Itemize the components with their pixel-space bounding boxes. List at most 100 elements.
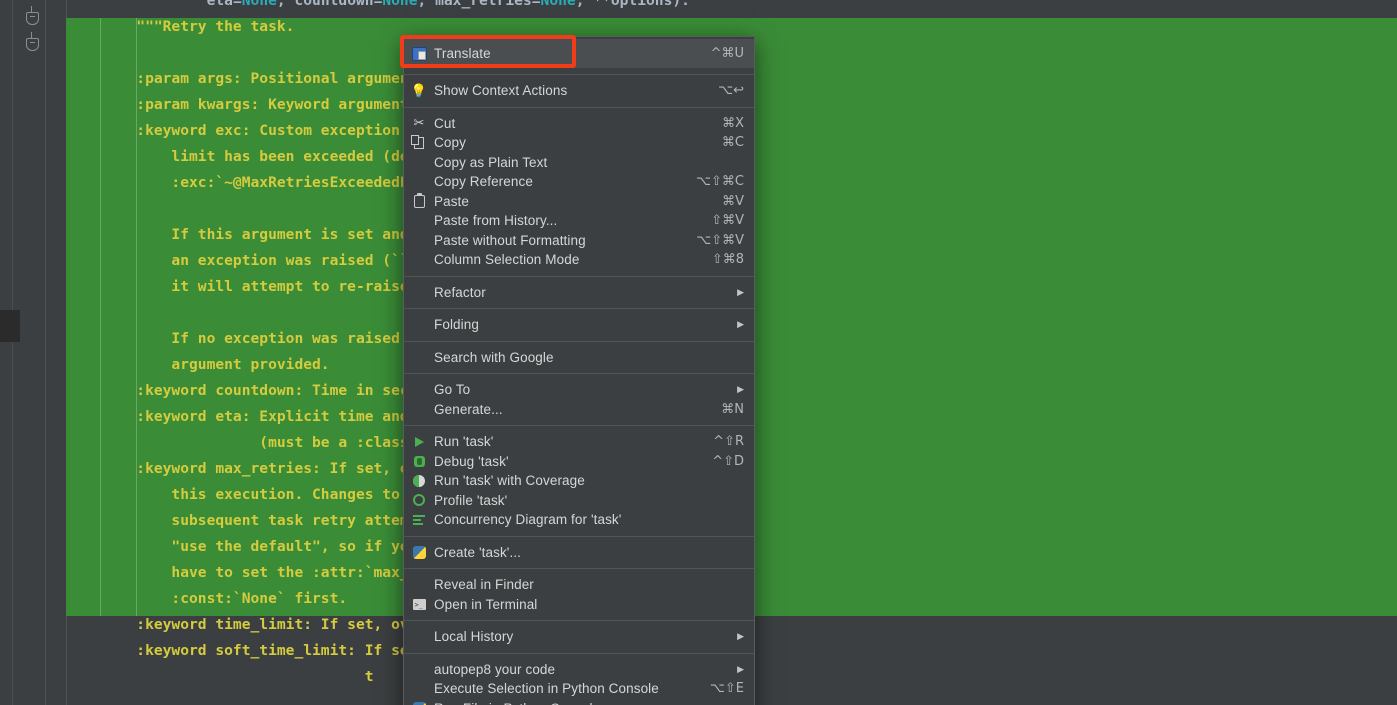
menu-item-label: Run 'task' with Coverage: [434, 473, 585, 489]
menu-item-label: Cut: [434, 115, 456, 131]
menu-item-copy[interactable]: Copy ⌘C: [404, 133, 754, 153]
menu-item-copy-reference[interactable]: Copy Reference ⌥⇧⌘C: [404, 172, 754, 192]
menu-item-label: Run File in Python Console: [434, 701, 744, 705]
fold-marker-icon[interactable]: [26, 32, 39, 51]
menu-item-label: Generate...: [434, 401, 503, 417]
editor-context-menu[interactable]: Translate ^⌘U 💡 Show Context Actions ⌥↩ ✂ Cut ⌘…: [400, 35, 755, 705]
menu-item-open-in-terminal[interactable]: Open in Terminal: [404, 595, 754, 615]
menu-item-shortcut: ⌥⇧E: [709, 681, 744, 697]
menu-group: Run 'task' ^⇧R Debug 'task' ^⇧D Run 'task' w…: [404, 430, 754, 532]
menu-group: Search with Google: [404, 346, 754, 370]
editor-left-scrollbar[interactable]: [0, 0, 20, 705]
menu-item-paste-without-formatting[interactable]: Paste without Formatting ⌥⇧⌘V: [404, 231, 754, 251]
menu-separator: [404, 652, 754, 654]
terminal-icon: [404, 598, 434, 610]
menu-item-run-task-with-coverage[interactable]: Run 'task' with Coverage: [404, 471, 754, 491]
menu-item-label: Search with Google: [434, 349, 554, 365]
menu-item-shortcut: ⌘C: [721, 135, 744, 151]
menu-item-shortcut: ⇧⌘8: [711, 252, 744, 268]
menu-item-label: Paste without Formatting: [434, 232, 586, 248]
menu-item-go-to[interactable]: Go To ▶: [404, 380, 754, 400]
menu-item-show-context-actions[interactable]: 💡 Show Context Actions ⌥↩: [404, 81, 754, 101]
menu-item-translate[interactable]: Translate ^⌘U: [400, 35, 754, 68]
menu-item-profile-task[interactable]: Profile 'task': [404, 491, 754, 511]
menu-item-label: Debug 'task': [434, 453, 509, 469]
menu-group: Create 'task'...: [404, 541, 754, 565]
menu-item-shortcut: ⌥⇧⌘V: [696, 232, 744, 248]
menu-item-label: Folding: [434, 317, 479, 333]
menu-item-create-task[interactable]: Create 'task'...: [404, 543, 754, 563]
menu-item-refactor[interactable]: Refactor ▶: [404, 283, 754, 303]
menu-item-cut[interactable]: ✂ Cut ⌘X: [404, 114, 754, 134]
menu-separator: [404, 620, 754, 621]
menu-separator: [404, 308, 754, 309]
menu-item-paste[interactable]: Paste ⌘V: [404, 192, 754, 212]
menu-separator: [404, 275, 754, 277]
menu-item-shortcut: ^⌘U: [710, 46, 744, 61]
menu-item-label: Open in Terminal: [434, 596, 538, 612]
menu-item-label: Translate: [434, 46, 491, 61]
menu-item-label: Reveal in Finder: [434, 577, 534, 593]
menu-item-label: Create 'task'...: [434, 544, 522, 560]
menu-item-label: Local History: [434, 629, 514, 645]
lightbulb-icon: 💡: [410, 82, 428, 98]
menu-item-label: Concurrency Diagram for 'task': [434, 512, 622, 528]
menu-item-local-history[interactable]: Local History ▶: [404, 627, 754, 647]
menu-item-folding[interactable]: Folding ▶: [404, 315, 754, 335]
scrollbar-thumb[interactable]: [0, 310, 20, 342]
menu-separator: [404, 568, 754, 569]
fold-marker-icon[interactable]: [26, 6, 39, 25]
menu-item-label: Refactor: [434, 284, 486, 300]
debug-icon: [404, 455, 434, 467]
menu-item-label: Paste from History...: [434, 213, 558, 229]
scissors-icon: ✂: [413, 115, 425, 131]
menu-item-run-task[interactable]: Run 'task' ^⇧R: [404, 432, 754, 452]
run-icon: [404, 436, 434, 447]
menu-item-paste-from-history[interactable]: Paste from History... ⇧⌘V: [404, 211, 754, 231]
menu-item-label: Copy: [434, 135, 466, 151]
submenu-arrow-icon: ▶: [737, 286, 744, 297]
menu-group: Local History ▶: [404, 625, 754, 649]
menu-group: autopep8 your code ▶ Execute Selection in …: [404, 658, 754, 705]
menu-item-label: Execute Selection in Python Console: [434, 681, 659, 697]
menu-item-label: Copy Reference: [434, 174, 533, 190]
gutter-divider: [45, 0, 46, 705]
concurrency-icon: [404, 514, 434, 525]
profile-icon: [404, 494, 434, 507]
code-line: eta=None, countdown=None, max_retries=No…: [206, 0, 690, 9]
menu-item-shortcut: ^⇧D: [712, 453, 744, 469]
submenu-arrow-icon: ▶: [737, 631, 744, 642]
menu-item-reveal-in-finder[interactable]: Reveal in Finder: [404, 575, 754, 595]
menu-item-label: Column Selection Mode: [434, 252, 580, 268]
editor-gutter[interactable]: [20, 0, 66, 705]
menu-item-shortcut: ⇧⌘V: [711, 213, 744, 229]
menu-item-autopep8-your-code[interactable]: autopep8 your code ▶: [404, 660, 754, 680]
menu-separator: [404, 74, 754, 75]
menu-item-search-with-google[interactable]: Search with Google: [404, 348, 754, 368]
translate-icon: [404, 46, 434, 61]
coverage-icon: [404, 474, 434, 487]
menu-item-debug-task[interactable]: Debug 'task' ^⇧D: [404, 452, 754, 472]
menu-item-generate[interactable]: Generate... ⌘N: [404, 400, 754, 420]
menu-item-run-file-in-python-console[interactable]: Run File in Python Console: [404, 699, 754, 705]
copy-icon: [404, 134, 434, 149]
menu-item-shortcut: ⌘V: [722, 193, 744, 209]
menu-group: Folding ▶: [404, 313, 754, 337]
menu-item-concurrency-diagram-for-task[interactable]: Concurrency Diagram for 'task': [404, 510, 754, 530]
menu-item-execute-selection-in-python-console[interactable]: Execute Selection in Python Console ⌥⇧E: [404, 679, 754, 699]
menu-item-label: Copy as Plain Text: [434, 154, 548, 170]
menu-item-copy-as-plain-text[interactable]: Copy as Plain Text: [404, 153, 754, 173]
menu-separator: [404, 106, 754, 108]
menu-item-column-selection-mode[interactable]: Column Selection Mode ⇧⌘8: [404, 250, 754, 270]
menu-item-shortcut: ⌥⇧⌘C: [696, 174, 744, 190]
pycharm-editor-window: eta=None, countdown=None, max_retries=No…: [0, 0, 1397, 705]
submenu-arrow-icon: ▶: [737, 663, 744, 674]
menu-group: Refactor ▶: [404, 281, 754, 305]
menu-separator: [404, 373, 754, 374]
clipboard-icon: [404, 192, 434, 208]
menu-group: Translate ^⌘U: [400, 35, 754, 70]
menu-separator: [404, 340, 754, 342]
menu-item-label: Go To: [434, 382, 471, 398]
menu-item-label: autopep8 your code: [434, 661, 556, 677]
menu-group: ✂ Cut ⌘X Copy ⌘C Copy as Plain Text Copy Refer…: [404, 112, 754, 272]
